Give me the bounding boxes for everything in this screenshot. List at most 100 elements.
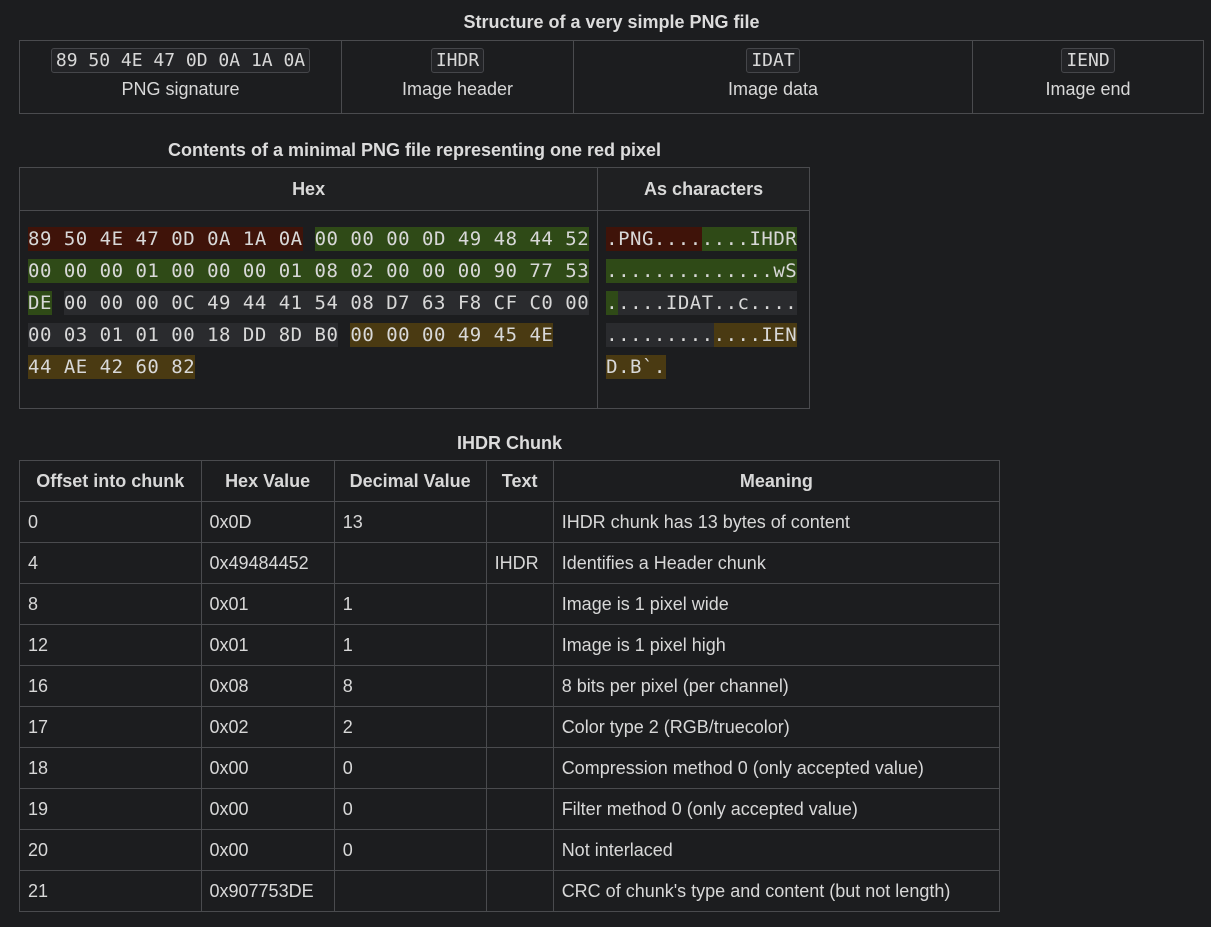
- table-cell: [485, 583, 554, 625]
- table-row: 0 0x0D 13 IHDR chunk has 13 bytes of conten…: [19, 501, 1001, 543]
- table-cell: 8 bits per pixel (per channel): [552, 665, 1001, 707]
- table-cell: CRC of chunk's type and content (but not…: [552, 870, 1001, 912]
- code: IDAT: [746, 48, 800, 73]
- table-cell: 4: [19, 542, 202, 584]
- dump-line: 89 50 4E 47 0D 0A 1A 0A 00 00 00 0D 49 4…: [28, 226, 590, 258]
- byte-segment: 89 50 4E 47 0D 0A 1A 0A: [28, 227, 303, 251]
- byte-segment: 00 00 00 0D 49 48 44 52: [314, 227, 590, 251]
- dump-line: .............IEN: [606, 322, 801, 354]
- dump-line: D.B`.: [606, 354, 801, 386]
- table-cell: 0: [333, 788, 487, 830]
- table-cell: 0: [333, 747, 487, 789]
- byte-segment: ....IHDR: [701, 227, 798, 251]
- dump-line: .....IDAT..c....: [606, 290, 801, 322]
- contents-title: Contents of a minimal PNG file represent…: [167, 140, 662, 160]
- table-cell: 0x02: [200, 706, 335, 748]
- table-cell: 20: [19, 829, 202, 871]
- byte-segment: [303, 227, 315, 251]
- dump-line: 00 03 01 01 00 18 DD 8D B0 00 00 00 49 4…: [28, 322, 589, 354]
- table-cell: 0: [19, 501, 202, 543]
- code: IHDR: [430, 48, 485, 73]
- table-cell: [485, 624, 554, 666]
- header-chars: As characters: [597, 167, 810, 211]
- byte-segment: ..............wS: [606, 259, 798, 283]
- table-cell: 21: [19, 870, 202, 912]
- table-cell: 13: [333, 501, 487, 543]
- table-cell: Compression method 0 (only accepted valu…: [552, 747, 1001, 789]
- dump-line: 00 00 00 01 00 00 00 01 08 02 00 00 00 9…: [28, 258, 590, 290]
- table-cell: Filter method 0 (only accepted value): [552, 788, 1001, 830]
- table-cell: [485, 706, 554, 748]
- table-cell: 0x01: [200, 624, 335, 666]
- code: IEND: [1061, 48, 1115, 73]
- structure-title: Structure of a very simple PNG file: [463, 12, 760, 32]
- table-row: 18 0x00 0 Compression method 0 (only accept…: [19, 747, 1001, 789]
- table-cell: 0x907753DE: [200, 870, 335, 912]
- column-header: Text: [485, 460, 554, 502]
- contents-table: Hex As characters 89 50 4E 47 0D 0A 1A 0A…: [18, 167, 810, 409]
- table-cell: 8: [19, 583, 202, 625]
- table-cell: 0x00: [200, 788, 335, 830]
- byte-segment: [338, 323, 350, 347]
- table-cell: Color type 2 (RGB/truecolor): [552, 706, 1001, 748]
- column-header: Decimal Value: [333, 460, 487, 502]
- hex-dump: 89 50 4E 47 0D 0A 1A 0A 00 00 00 0D 49 4…: [18, 210, 599, 409]
- char-dump: .PNG........IHDR ..............wS .....IDA…: [597, 210, 810, 409]
- part-iend: IEND Image end: [972, 40, 1204, 114]
- table-cell: 17: [19, 706, 202, 748]
- table-row: 8 0x01 1 Image is 1 pixel wide: [19, 583, 1001, 625]
- byte-segment: 00 00 00 0C 49 44 41 54 08 D7 63 F8 CF C…: [63, 291, 590, 315]
- part-ihdr: IHDR Image header: [341, 40, 574, 114]
- table-cell: Image is 1 pixel wide: [552, 583, 1001, 625]
- table-cell: 1: [333, 624, 487, 666]
- table-cell: 0x0D: [200, 501, 335, 543]
- table-cell: 0x00: [200, 747, 335, 789]
- table-cell: [333, 542, 487, 584]
- table-row: 21 0x907753DE CRC of chunk's type and cont…: [19, 870, 1001, 912]
- byte-segment: 00 00 00 01 00 00 00 01 08 02 00 00 00 9…: [28, 259, 590, 283]
- table-cell: 0x01: [200, 583, 335, 625]
- dump-line: 44 AE 42 60 82: [28, 354, 589, 386]
- byte-segment: ....IDAT..c....: [618, 291, 798, 315]
- byte-segment: 00 03 01 01 00 18 DD 8D B0: [28, 323, 339, 347]
- table-cell: [485, 870, 554, 912]
- table-cell: [333, 870, 487, 912]
- byte-segment: 44 AE 42 60 82: [28, 355, 196, 379]
- code: 89 50 4E 47 0D 0A 1A 0A: [50, 48, 311, 73]
- column-header: Meaning: [552, 460, 1001, 502]
- table-cell: 16: [19, 665, 202, 707]
- column-header: Offset into chunk: [19, 460, 202, 502]
- table-cell: Identifies a Header chunk: [552, 542, 1001, 584]
- table-row: 19 0x00 0 Filter method 0 (only accepted va…: [19, 788, 1001, 830]
- dump-line: ..............wS: [606, 258, 801, 290]
- byte-segment: .: [606, 291, 619, 315]
- table-row: 17 0x02 2 Color type 2 (RGB/truecolor): [19, 706, 1001, 748]
- table-cell: 0x49484452: [200, 542, 335, 584]
- table-cell: 12: [19, 624, 202, 666]
- table-cell: 2: [333, 706, 487, 748]
- table-cell: [485, 501, 554, 543]
- column-header: Hex Value: [200, 460, 335, 502]
- table-row: 4 0x49484452 IHDR Identifies a Header chunk: [19, 542, 1001, 584]
- table-cell: [485, 665, 554, 707]
- structure-table: 89 50 4E 47 0D 0A 1A 0A PNG signature IHD…: [19, 40, 1204, 114]
- table-cell: [485, 788, 554, 830]
- part-signature: 89 50 4E 47 0D 0A 1A 0A PNG signature: [19, 40, 342, 114]
- table-row: 16 0x08 8 8 bits per pixel (per channel): [19, 665, 1001, 707]
- table-row: 12 0x01 1 Image is 1 pixel high: [19, 624, 1001, 666]
- label: Image data: [727, 79, 819, 99]
- byte-segment: 00 00 00 49 45 4E: [350, 323, 554, 347]
- dump-line: DE 00 00 00 0C 49 44 41 54 08 D7 63 F8 C…: [28, 290, 590, 322]
- byte-segment: DE: [28, 291, 52, 315]
- table-cell: [485, 747, 554, 789]
- dump-line: .PNG........IHDR: [606, 226, 801, 258]
- ihdr-title: IHDR Chunk: [457, 433, 562, 453]
- byte-segment: D.B`.: [606, 355, 666, 379]
- byte-segment: ....IEN: [713, 323, 798, 347]
- byte-segment: [52, 291, 64, 315]
- table-cell: [485, 829, 554, 871]
- table-cell: 1: [333, 583, 487, 625]
- table-cell: Not interlaced: [552, 829, 1001, 871]
- label: Image header: [401, 79, 514, 99]
- table-cell: 8: [333, 665, 487, 707]
